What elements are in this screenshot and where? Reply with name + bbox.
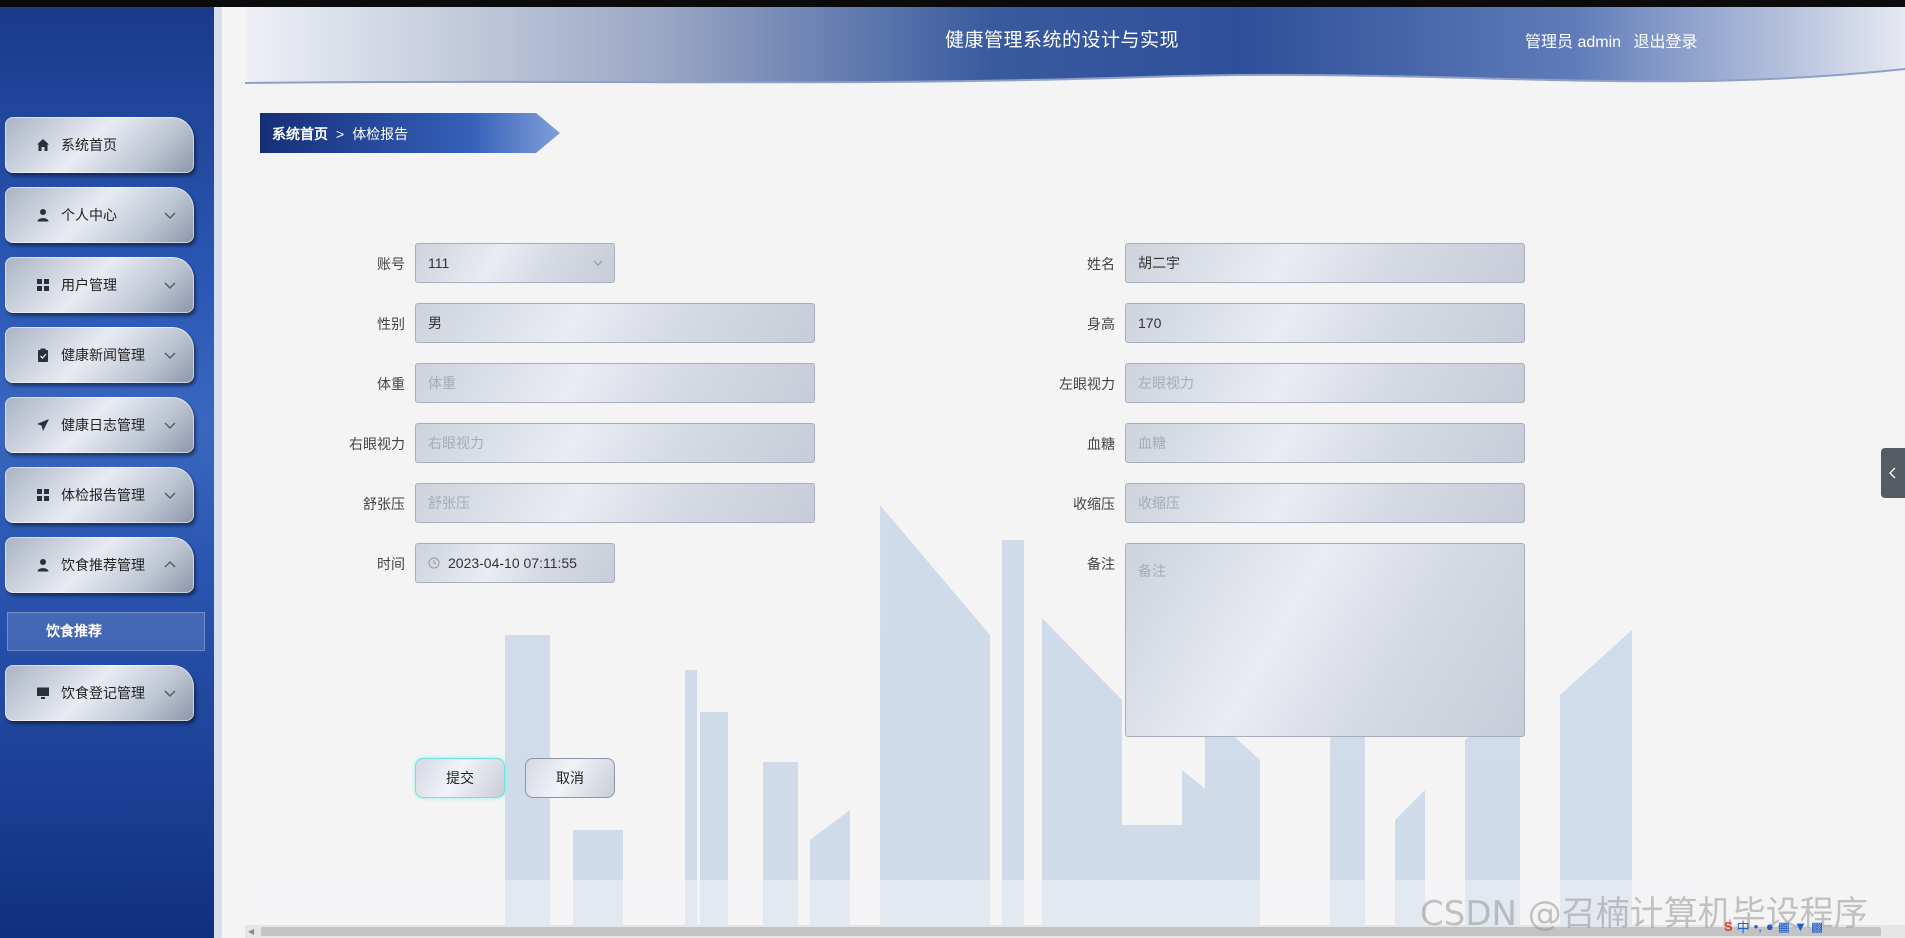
sidebar-item-personal-center[interactable]: 个人中心	[5, 187, 194, 243]
submit-button[interactable]: 提交	[415, 758, 505, 798]
clipboard-icon	[35, 347, 51, 363]
chevron-down-icon	[164, 212, 176, 219]
gender-field[interactable]: 男	[415, 303, 815, 343]
remarks-label: 备注	[1087, 556, 1115, 572]
sidebar-item-label: 个人中心	[61, 207, 117, 223]
weight-label: 体重	[377, 376, 405, 392]
user-label: 管理员 admin	[1525, 34, 1622, 51]
scroll-left-icon[interactable]: ◀	[248, 927, 254, 936]
sidebar-item-health-log[interactable]: 健康日志管理	[5, 397, 194, 453]
chevron-down-icon	[164, 492, 176, 499]
left-vision-field[interactable]: 左眼视力	[1125, 363, 1525, 403]
time-label: 时间	[377, 556, 405, 572]
systolic-placeholder: 收缩压	[1138, 495, 1180, 511]
breadcrumb-home[interactable]: 系统首页	[272, 126, 328, 142]
sidebar-item-health-news[interactable]: 健康新闻管理	[5, 327, 194, 383]
chevron-down-icon	[164, 282, 176, 289]
user-area: 管理员 admin 退出登录	[1525, 28, 1706, 52]
blood-sugar-field[interactable]: 血糖	[1125, 423, 1525, 463]
sidebar-item-exam-report[interactable]: 体检报告管理	[5, 467, 194, 523]
header: 健康管理系统的设计与实现 管理员 admin 退出登录	[245, 7, 1905, 87]
sidebar-item-user-management[interactable]: 用户管理	[5, 257, 194, 313]
time-value: 2023-04-10 07:11:55	[448, 555, 577, 571]
diastolic-field[interactable]: 舒张压	[415, 483, 815, 523]
shirt-icon[interactable]: ▼	[1794, 919, 1807, 934]
ime-tray: S 中 •, ● ▦ ▼ ▩	[1724, 915, 1823, 938]
top-strip	[0, 0, 1905, 7]
sidebar-item-home[interactable]: 系统首页	[5, 117, 194, 173]
app-title: 健康管理系统的设计与实现	[945, 30, 1180, 51]
name-field[interactable]: 胡二宇	[1125, 243, 1525, 283]
sidebar-item-diet-register[interactable]: 饮食登记管理	[5, 665, 194, 721]
left-vision-placeholder: 左眼视力	[1138, 375, 1194, 391]
sidebar-item-label: 健康日志管理	[61, 417, 145, 433]
name-label: 姓名	[1087, 256, 1115, 272]
chevron-down-icon	[164, 422, 176, 429]
account-value: 111	[428, 255, 450, 271]
right-vision-label: 右眼视力	[349, 436, 405, 452]
remarks-textarea[interactable]: 备注	[1125, 543, 1525, 737]
height-value: 170	[1138, 315, 1162, 331]
name-value: 胡二宇	[1138, 255, 1180, 271]
chevron-up-icon	[164, 561, 176, 568]
side-panel-toggle[interactable]	[1881, 448, 1905, 498]
sidebar-item-label: 健康新闻管理	[61, 347, 145, 363]
breadcrumb: 系统首页 > 体检报告	[260, 113, 560, 153]
sidebar-item-label: 系统首页	[61, 137, 117, 153]
chevron-down-icon	[593, 260, 603, 266]
height-label: 身高	[1087, 316, 1115, 332]
chevron-down-icon	[164, 690, 176, 697]
diastolic-label: 舒张压	[363, 496, 405, 512]
systolic-field[interactable]: 收缩压	[1125, 483, 1525, 523]
remarks-placeholder: 备注	[1138, 563, 1166, 579]
logout-link[interactable]: 退出登录	[1633, 34, 1697, 51]
systolic-label: 收缩压	[1073, 496, 1115, 512]
clock-icon	[428, 557, 440, 569]
account-label: 账号	[377, 256, 405, 272]
ime-punctuation-icon[interactable]: •,	[1754, 919, 1762, 934]
monitor-icon	[35, 685, 51, 701]
microphone-icon[interactable]: ●	[1766, 919, 1774, 934]
account-select[interactable]: 111	[415, 243, 615, 283]
blood-sugar-label: 血糖	[1087, 436, 1115, 452]
keyboard-icon[interactable]: ▦	[1778, 919, 1790, 935]
breadcrumb-separator: >	[336, 126, 345, 142]
ime-chinese-icon[interactable]: 中	[1737, 917, 1750, 936]
time-picker[interactable]: 2023-04-10 07:11:55	[415, 543, 615, 583]
chevron-left-icon	[1889, 467, 1896, 479]
sidebar-item-label: 饮食推荐管理	[61, 557, 145, 573]
sidebar-subitem-diet-recommend[interactable]: 饮食推荐	[7, 612, 205, 651]
user-icon	[35, 207, 51, 223]
gender-label: 性别	[377, 316, 405, 332]
send-icon	[35, 417, 51, 433]
cancel-button[interactable]: 取消	[525, 758, 615, 798]
user-icon	[35, 557, 51, 573]
right-vision-placeholder: 右眼视力	[428, 435, 484, 451]
gender-value: 男	[428, 315, 442, 331]
sidebar: 系统首页 个人中心 用户管理 健康新闻管理 健康日志管理 体检报告管理 饮食推荐…	[0, 7, 222, 938]
grid-icon	[35, 277, 51, 293]
right-vision-field[interactable]: 右眼视力	[415, 423, 815, 463]
left-vision-label: 左眼视力	[1059, 376, 1115, 392]
ime-logo-icon[interactable]: S	[1724, 919, 1733, 934]
weight-field[interactable]: 体重	[415, 363, 815, 403]
grid-icon	[35, 487, 51, 503]
breadcrumb-current: 体检报告	[352, 126, 409, 142]
sidebar-item-label: 用户管理	[61, 277, 117, 293]
diastolic-placeholder: 舒张压	[428, 495, 470, 511]
sidebar-item-label: 饮食登记管理	[61, 685, 145, 701]
height-field[interactable]: 170	[1125, 303, 1525, 343]
home-icon	[35, 137, 51, 153]
blood-sugar-placeholder: 血糖	[1138, 435, 1166, 451]
sidebar-item-label: 体检报告管理	[61, 487, 145, 503]
chevron-down-icon	[164, 352, 176, 359]
weight-placeholder: 体重	[428, 375, 456, 391]
apps-grid-icon[interactable]: ▩	[1811, 919, 1823, 935]
sidebar-item-diet-recommend[interactable]: 饮食推荐管理	[5, 537, 194, 593]
